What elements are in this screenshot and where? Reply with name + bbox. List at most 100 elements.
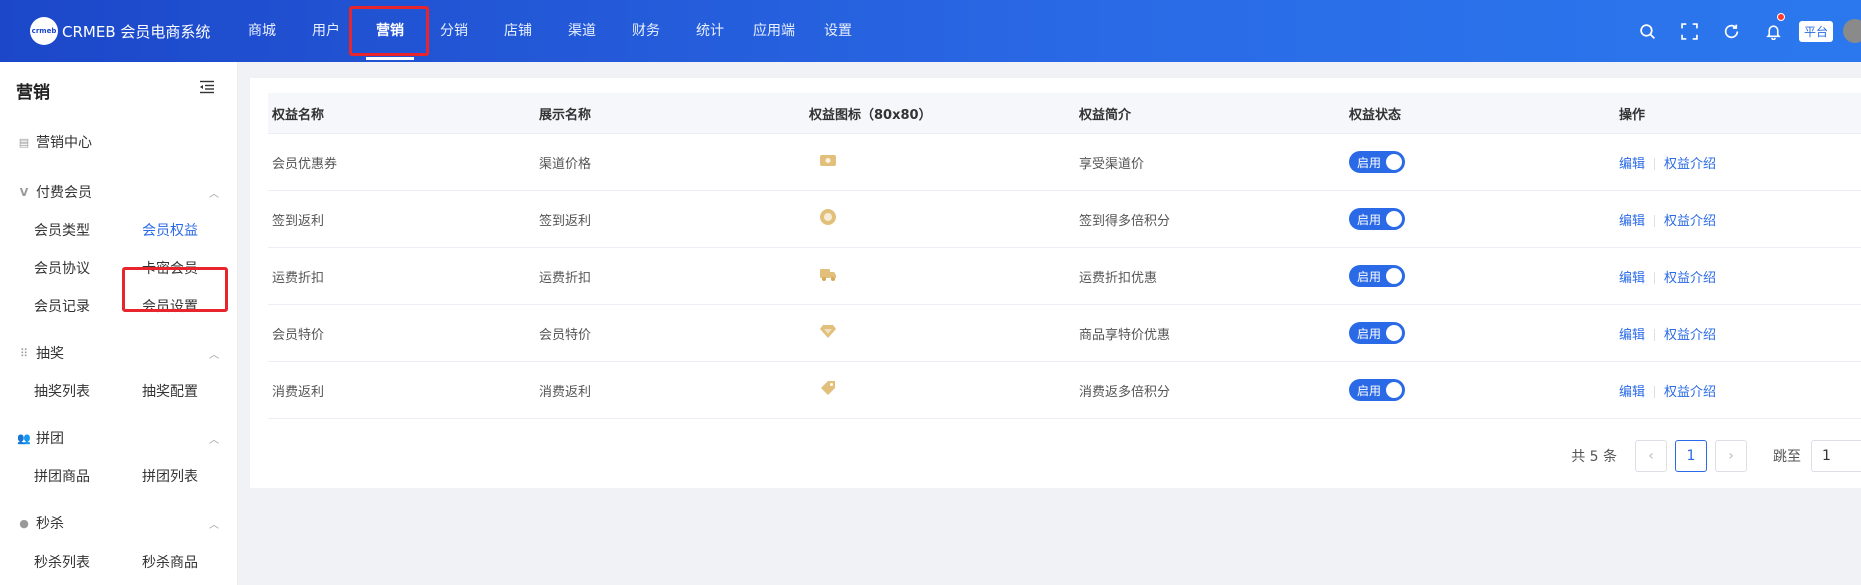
prev-page-button[interactable]: ‹ (1635, 440, 1667, 472)
sidebar-group-seckill[interactable]: ● 秒杀 (18, 513, 64, 533)
menu-fold-icon[interactable] (199, 80, 215, 94)
cell-intro: 商品享特价优惠 (1079, 327, 1171, 343)
sidebar: 营销 ▤ 营销中心 V 付费会员 ︿ 会员类型 会员权益 会员协议 卡密会员 会… (0, 62, 238, 585)
chevron-left-icon: ‹ (1648, 448, 1654, 464)
cell-intro: 签到得多倍积分 (1079, 213, 1171, 229)
status-switch[interactable]: 启用 (1349, 208, 1405, 230)
cell-name: 会员特价 (272, 327, 325, 343)
logo-mark: crmeb (30, 17, 58, 45)
top-nav: 商城 用户 营销 分销 店铺 渠道 财务 统计 应用端 设置 (230, 0, 870, 62)
logo-text: CRMEB 会员电商系统 (62, 22, 211, 41)
chevron-up-icon[interactable]: ︿ (209, 346, 219, 361)
cell-name: 签到返利 (272, 213, 325, 229)
status-switch[interactable]: 启用 (1349, 379, 1405, 401)
top-nav-channel[interactable]: 渠道 (550, 0, 614, 62)
fullscreen-button[interactable] (1669, 0, 1711, 62)
top-nav-statistics[interactable]: 统计 (678, 0, 742, 62)
tag-icon (821, 381, 835, 395)
sidebar-item-seckill-list[interactable]: 秒杀列表 (34, 552, 90, 572)
sidebar-group-label: 付费会员 (36, 185, 92, 201)
logo[interactable]: crmeb CRMEB 会员电商系统 (30, 17, 210, 45)
top-header: crmeb CRMEB 会员电商系统 商城 用户 营销 分销 店铺 渠道 财务 … (0, 0, 1861, 62)
sidebar-item-lottery-config[interactable]: 抽奖配置 (142, 381, 198, 401)
avatar[interactable] (1843, 19, 1861, 43)
sidebar-group-label: 拼团 (36, 431, 64, 447)
table-header: 权益名称 展示名称 权益图标（80x80） 权益简介 权益状态 操作 (268, 93, 1861, 134)
status-switch[interactable]: 启用 (1349, 151, 1405, 173)
table-row: 会员特价 会员特价 商品享特价优惠 启用 编辑 权益介绍 (268, 305, 1861, 362)
cell-intro: 享受渠道价 (1079, 156, 1145, 172)
sidebar-item-member-records[interactable]: 会员记录 (34, 296, 90, 316)
search-button[interactable] (1627, 0, 1669, 62)
cell-display: 签到返利 (539, 213, 592, 229)
grid-icon: ⠿ (19, 346, 29, 360)
pagination: 共 5 条 ‹ 1 › 跳至 1 (1571, 440, 1861, 472)
sidebar-item-lottery-list[interactable]: 抽奖列表 (34, 381, 90, 401)
sidebar-item-marketing-center[interactable]: ▤ 营销中心 (18, 132, 92, 152)
edit-link[interactable]: 编辑 (1619, 271, 1645, 286)
sidebar-item-member-benefits[interactable]: 会员权益 (142, 220, 198, 240)
col-header-actions: 操作 (1619, 107, 1646, 123)
status-switch[interactable]: 启用 (1349, 322, 1405, 344)
switch-label: 启用 (1357, 383, 1382, 398)
sidebar-group-paid-member[interactable]: V 付费会员 (18, 182, 92, 202)
highlight-box-nav (349, 6, 429, 56)
status-switch[interactable]: 启用 (1349, 265, 1405, 287)
table-row: 签到返利 签到返利 签到得多倍积分 启用 编辑 权益介绍 (268, 191, 1861, 248)
sidebar-item-member-agreement[interactable]: 会员协议 (34, 258, 90, 278)
cell-intro: 运费折扣优惠 (1079, 270, 1158, 286)
cell-display: 运费折扣 (539, 270, 592, 286)
chevron-up-icon[interactable]: ︿ (209, 431, 219, 446)
users-icon: 👥 (17, 431, 31, 445)
benefit-intro-link[interactable]: 权益介绍 (1664, 157, 1716, 172)
chevron-up-icon[interactable]: ︿ (209, 516, 219, 531)
edit-link[interactable]: 编辑 (1619, 157, 1645, 172)
benefit-intro-link[interactable]: 权益介绍 (1664, 328, 1716, 343)
col-header-name: 权益名称 (272, 107, 325, 123)
chevron-right-icon: › (1728, 448, 1734, 464)
col-header-display: 展示名称 (539, 107, 592, 123)
sidebar-title: 营销 (16, 83, 50, 103)
checkin-coin-icon (820, 209, 836, 225)
vip-icon: V (19, 185, 29, 199)
page-number-button[interactable]: 1 (1675, 440, 1707, 472)
top-nav-store[interactable]: 店铺 (486, 0, 550, 62)
benefit-intro-link[interactable]: 权益介绍 (1664, 271, 1716, 286)
bell-icon (1766, 24, 1782, 40)
coupon-icon (820, 155, 836, 166)
cell-intro: 消费返多倍积分 (1079, 384, 1171, 400)
top-nav-mall[interactable]: 商城 (230, 0, 294, 62)
highlight-box-sidebar (122, 267, 228, 312)
edit-link[interactable]: 编辑 (1619, 328, 1645, 343)
sidebar-group-label: 秒杀 (36, 516, 64, 532)
sidebar-item-group-list[interactable]: 拼团列表 (142, 466, 198, 486)
top-nav-settings[interactable]: 设置 (806, 0, 870, 62)
chevron-up-icon[interactable]: ︿ (209, 185, 219, 200)
sidebar-item-group-goods[interactable]: 拼团商品 (34, 466, 90, 486)
cell-display: 渠道价格 (539, 156, 592, 172)
col-header-icon: 权益图标（80x80） (809, 107, 932, 123)
notification-badge (1776, 13, 1785, 21)
top-nav-distribution[interactable]: 分销 (422, 0, 486, 62)
top-nav-finance[interactable]: 财务 (614, 0, 678, 62)
benefit-intro-link[interactable]: 权益介绍 (1664, 214, 1716, 229)
refresh-button[interactable] (1711, 0, 1753, 62)
content-card: 权益名称 展示名称 权益图标（80x80） 权益简介 权益状态 操作 会员优惠券… (250, 78, 1861, 488)
sidebar-group-group-buy[interactable]: 👥 拼团 (17, 428, 64, 448)
edit-link[interactable]: 编辑 (1619, 214, 1645, 229)
notification-button[interactable] (1753, 0, 1795, 62)
table-row: 会员优惠券 渠道价格 享受渠道价 启用 编辑 权益介绍 (268, 134, 1861, 191)
fullscreen-icon (1681, 22, 1699, 40)
top-nav-app[interactable]: 应用端 (742, 0, 806, 62)
benefit-intro-link[interactable]: 权益介绍 (1664, 385, 1716, 400)
platform-tag[interactable]: 平台 (1798, 20, 1833, 42)
edit-link[interactable]: 编辑 (1619, 385, 1645, 400)
jump-page-input[interactable]: 1 (1811, 440, 1861, 472)
next-page-button[interactable]: › (1715, 440, 1747, 472)
cell-display: 消费返利 (539, 384, 592, 400)
sidebar-item-seckill-goods[interactable]: 秒杀商品 (142, 552, 198, 572)
sidebar-item-member-type[interactable]: 会员类型 (34, 220, 90, 240)
sidebar-group-lottery[interactable]: ⠿ 抽奖 (18, 343, 64, 363)
table-row: 运费折扣 运费折扣 运费折扣优惠 启用 编辑 权益介绍 (268, 248, 1861, 305)
benefits-table: 权益名称 展示名称 权益图标（80x80） 权益简介 权益状态 操作 会员优惠券… (268, 93, 1861, 419)
